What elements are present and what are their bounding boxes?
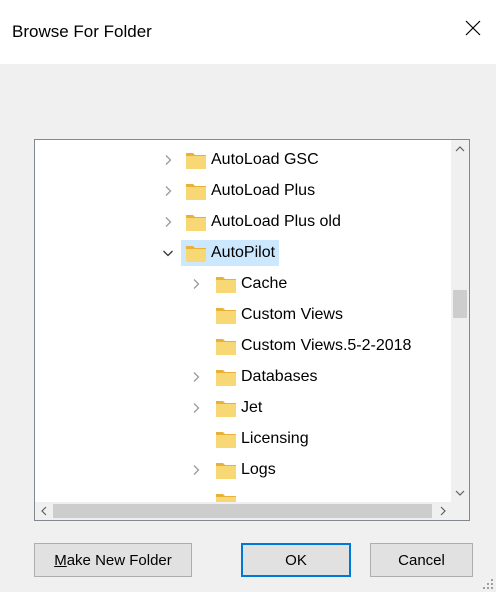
folder-icon [216, 308, 236, 324]
tree-item[interactable]: Databases [35, 362, 452, 393]
close-button[interactable] [450, 6, 496, 50]
folder-icon [216, 401, 236, 417]
tree-item-label-wrap: Cache [237, 271, 291, 297]
folder-icon [216, 277, 236, 293]
tree-item-label: AutoLoad Plus old [211, 213, 341, 230]
browse-for-folder-dialog: Browse For Folder AutoLoad GSC AutoLoad P… [0, 0, 496, 592]
expander-button[interactable] [189, 277, 203, 291]
scroll-up-button[interactable] [451, 140, 469, 158]
chevron-right-icon [165, 186, 172, 196]
tree-item-label: Licensing [241, 430, 309, 447]
folder-icon [186, 215, 206, 231]
chevron-right-icon [165, 217, 172, 227]
expander-button[interactable] [189, 401, 203, 415]
tree-item-label-wrap [237, 488, 245, 502]
tree-item[interactable]: AutoLoad GSC [35, 145, 452, 176]
tree-item[interactable]: AutoPilot [35, 238, 452, 269]
scroll-left-button[interactable] [35, 502, 53, 520]
folder-tree[interactable]: AutoLoad GSC AutoLoad Plus AutoLoad Plus o… [34, 139, 470, 521]
chevron-right-icon [193, 403, 200, 413]
cancel-button[interactable]: Cancel [370, 543, 473, 577]
folder-icon [186, 246, 206, 262]
vertical-scroll-thumb[interactable] [453, 290, 467, 318]
folder-icon [216, 494, 236, 502]
expander-button[interactable] [189, 463, 203, 477]
tree-item-label: AutoLoad GSC [211, 151, 319, 168]
scroll-down-button[interactable] [451, 484, 469, 502]
chevron-left-icon [41, 506, 47, 516]
folder-tree-viewport: AutoLoad GSC AutoLoad Plus AutoLoad Plus o… [35, 140, 452, 502]
expander-button[interactable] [189, 370, 203, 384]
horizontal-scrollbar[interactable] [35, 502, 452, 520]
folder-icon [186, 153, 206, 169]
tree-item-label: Jet [241, 399, 263, 416]
chevron-right-icon [440, 506, 446, 516]
tree-item-label-wrap: AutoLoad Plus [207, 178, 319, 204]
tree-item-label-wrap: AutoLoad Plus old [207, 209, 345, 235]
tree-item[interactable]: AutoLoad Plus old [35, 207, 452, 238]
scroll-right-button[interactable] [434, 502, 452, 520]
tree-item-label-wrap: Logs [237, 457, 280, 483]
folder-icon [216, 432, 236, 448]
folder-icon [186, 184, 206, 200]
expander-button[interactable] [161, 153, 175, 167]
dialog-title: Browse For Folder [12, 22, 152, 41]
cancel-label: Cancel [398, 551, 445, 569]
chevron-down-icon [455, 490, 465, 496]
mnemonic-letter: M [54, 551, 67, 569]
chevron-up-icon [455, 146, 465, 152]
title-bar: Browse For Folder [0, 0, 496, 64]
folder-icon [216, 370, 236, 386]
close-icon [465, 20, 481, 36]
tree-item-label: AutoPilot [211, 244, 276, 261]
tree-item-label: Cache [241, 275, 288, 292]
tree-item[interactable]: Logs [35, 455, 452, 486]
vertical-scrollbar[interactable] [451, 140, 469, 502]
tree-item-label-wrap: Jet [237, 395, 266, 421]
tree-item[interactable]: Custom Views [35, 300, 452, 331]
tree-item[interactable]: AutoLoad Plus [35, 176, 452, 207]
scrollbar-corner [451, 502, 469, 520]
chevron-right-icon [193, 372, 200, 382]
chevron-right-icon [165, 155, 172, 165]
tree-item-label-wrap: Databases [237, 364, 322, 390]
tree-item-label: Custom Views.5-2-2018 [241, 337, 412, 354]
tree-item-label-wrap: Licensing [237, 426, 313, 452]
tree-item-label: AutoLoad Plus [211, 182, 316, 199]
ok-button[interactable]: OK [241, 543, 351, 577]
ok-label: OK [285, 551, 307, 569]
chevron-down-icon [163, 250, 173, 257]
tree-item-label: Custom Views [241, 306, 343, 323]
folder-icon [216, 463, 236, 479]
horizontal-scroll-thumb[interactable] [53, 504, 432, 518]
chevron-right-icon [193, 279, 200, 289]
expander-button[interactable] [161, 246, 175, 260]
tree-item-label-wrap: AutoLoad GSC [207, 147, 323, 173]
tree-item[interactable] [35, 486, 452, 502]
tree-item[interactable]: Licensing [35, 424, 452, 455]
tree-item-label-wrap: Custom Views [237, 302, 347, 328]
tree-item[interactable]: Cache [35, 269, 452, 300]
tree-item-label-wrap: Custom Views.5-2-2018 [237, 333, 415, 359]
tree-item[interactable]: Jet [35, 393, 452, 424]
make-new-folder-label: ake New Folder [66, 551, 172, 569]
tree-item-label: Logs [241, 461, 276, 478]
tree-item-label: Databases [241, 368, 318, 385]
expander-button[interactable] [161, 184, 175, 198]
folder-icon [216, 339, 236, 355]
tree-item[interactable]: Custom Views.5-2-2018 [35, 331, 452, 362]
resize-grip-icon[interactable] [482, 578, 494, 590]
make-new-folder-button[interactable]: Make New Folder [34, 543, 192, 577]
chevron-right-icon [193, 465, 200, 475]
expander-button[interactable] [161, 215, 175, 229]
